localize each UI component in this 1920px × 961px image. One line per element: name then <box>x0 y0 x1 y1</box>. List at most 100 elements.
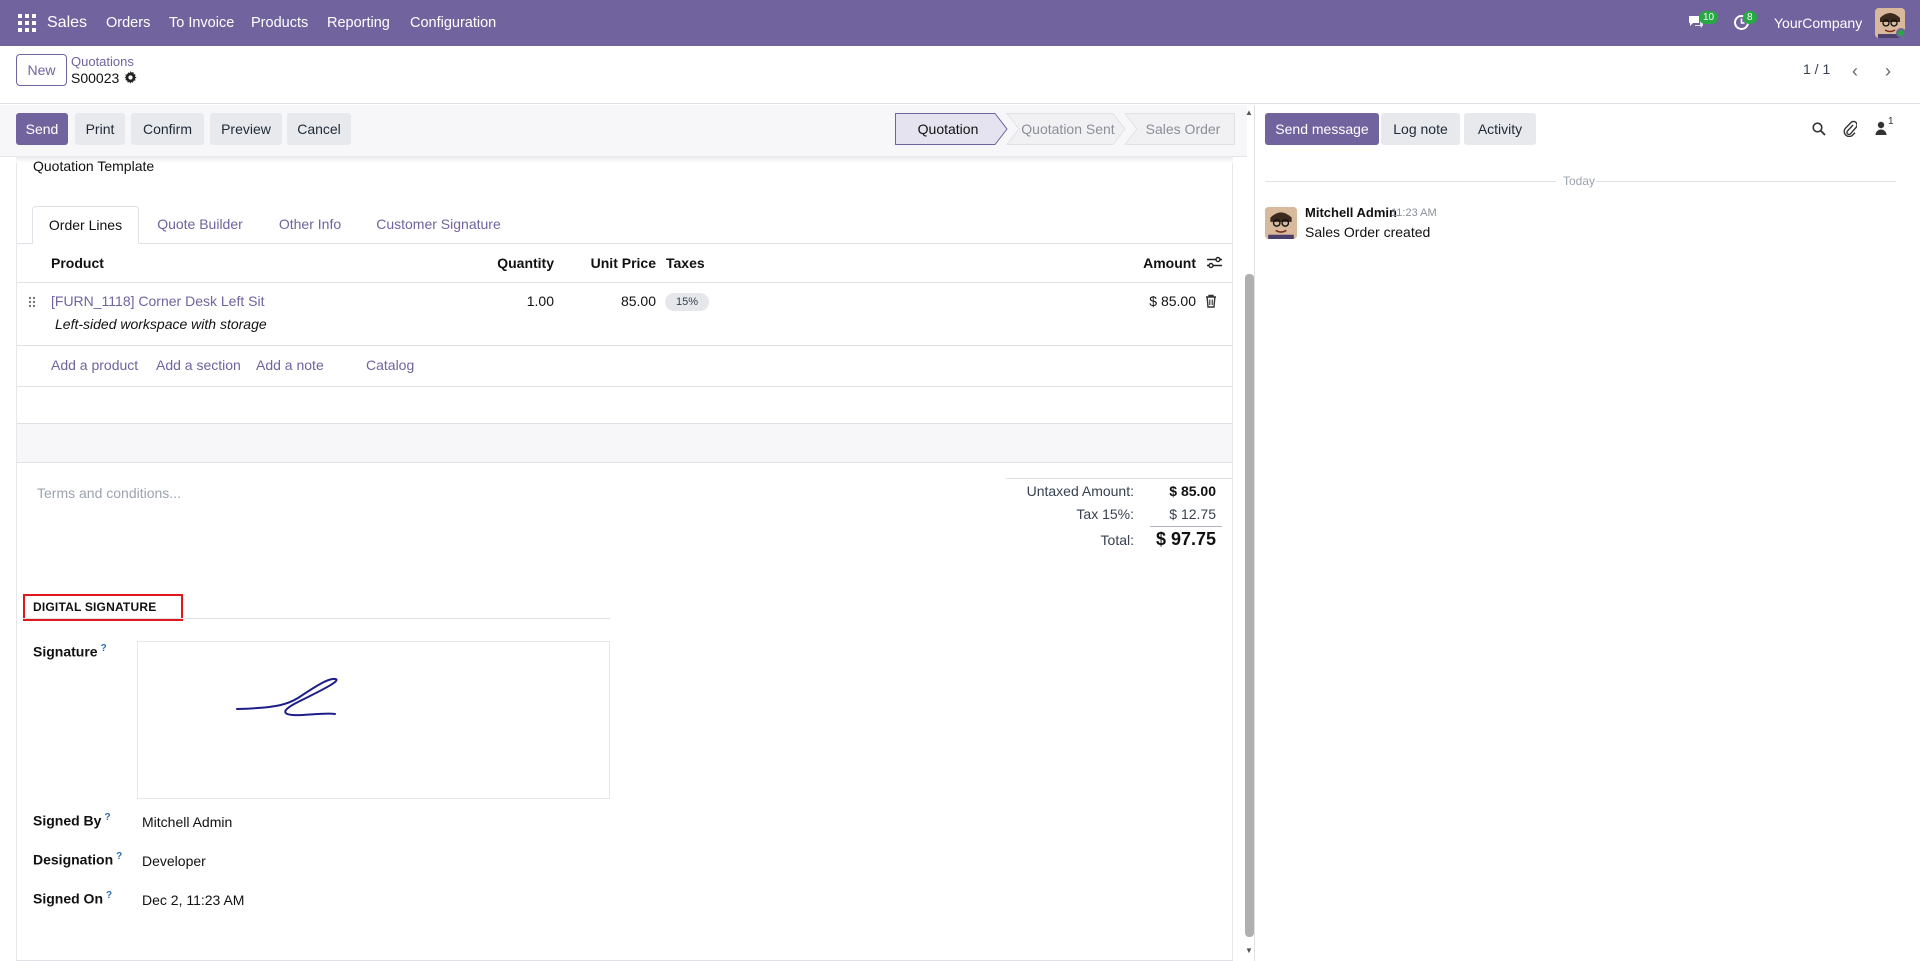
help-icon[interactable]: ? <box>101 643 107 654</box>
menu-to-invoice[interactable]: To Invoice <box>169 0 234 46</box>
signed-by-label-text: Signed By <box>33 812 102 829</box>
followers-count: 1 <box>1888 116 1894 127</box>
control-panel <box>0 46 1920 104</box>
log-note-button[interactable]: Log note <box>1381 113 1460 145</box>
trash-icon[interactable] <box>1205 294 1217 308</box>
totals-top-line <box>1006 478 1232 479</box>
online-status-dot <box>1896 28 1906 38</box>
breadcrumb-quotations[interactable]: Quotations <box>71 54 134 69</box>
signature-pad[interactable] <box>137 641 610 799</box>
confirm-button[interactable]: Confirm <box>131 113 204 145</box>
activities-badge: 8 <box>1743 11 1757 24</box>
column-settings-icon[interactable] <box>1207 256 1222 269</box>
message-avatar[interactable] <box>1265 207 1297 239</box>
menu-reporting[interactable]: Reporting <box>327 0 390 46</box>
help-icon[interactable]: ? <box>116 851 122 862</box>
cancel-button[interactable]: Cancel <box>287 113 351 145</box>
chevron-left-icon[interactable]: ‹ <box>1841 58 1869 84</box>
line-product[interactable]: [FURN_1118] Corner Desk Left Sit <box>51 293 264 309</box>
stage-quotation-sent[interactable]: Quotation Sent <box>1013 113 1123 145</box>
scrollbar-thumb[interactable] <box>1245 274 1254 937</box>
scroll-up-arrow[interactable]: ▲ <box>1245 108 1253 117</box>
signed-on-label: Signed On? <box>33 890 112 907</box>
quotation-template-label: Quotation Template <box>33 158 155 174</box>
column-unit-price[interactable]: Unit Price <box>580 255 656 271</box>
column-product[interactable]: Product <box>51 255 104 271</box>
tax-value: $ 12.75 <box>1169 506 1216 522</box>
search-icon[interactable] <box>1812 122 1826 136</box>
empty-row <box>17 424 1232 462</box>
tab-other-info[interactable]: Other Info <box>268 206 352 244</box>
catalog-button[interactable]: Catalog <box>366 357 414 373</box>
menu-configuration[interactable]: Configuration <box>410 0 496 46</box>
menu-orders[interactable]: Orders <box>106 0 150 46</box>
form-sheet <box>16 157 1233 961</box>
stage-quotation[interactable]: Quotation <box>895 113 1001 145</box>
record-name: S00023 <box>71 70 120 86</box>
total-value: $ 97.75 <box>1155 529 1216 549</box>
date-separator: Today <box>1563 174 1596 188</box>
signed-by-label: Signed By? <box>33 812 111 829</box>
menu-products[interactable]: Products <box>251 0 308 46</box>
signed-on-label-text: Signed On <box>33 890 103 907</box>
row-separator <box>17 345 1232 346</box>
line-tax-badge[interactable]: 15% <box>665 293 709 311</box>
send-button[interactable]: Send <box>16 113 68 145</box>
date-separator-line <box>1265 181 1556 182</box>
add-note-link[interactable]: Add a note <box>256 357 324 373</box>
tab-quote-builder[interactable]: Quote Builder <box>145 206 255 244</box>
tax-label: Tax 15%: <box>1076 506 1134 522</box>
pager-value[interactable]: 1 / 1 <box>1803 61 1830 77</box>
apps-icon[interactable] <box>18 14 36 32</box>
top-navbar: Sales Orders To Invoice Products Reporti… <box>0 0 1920 46</box>
tab-order-lines[interactable]: Order Lines <box>32 206 139 244</box>
signature-label-text: Signature <box>33 643 98 660</box>
message-time: 11:23 AM <box>1391 207 1437 219</box>
help-icon[interactable]: ? <box>106 890 112 901</box>
line-amount: $ 85.00 <box>1149 293 1196 309</box>
signed-on-value[interactable]: Dec 2, 11:23 AM <box>142 892 244 908</box>
column-quantity[interactable]: Quantity <box>470 255 554 271</box>
line-quantity[interactable]: 1.00 <box>500 293 554 309</box>
sheet-shadow <box>16 157 1233 163</box>
total-label: Total: <box>1100 532 1134 548</box>
column-taxes[interactable]: Taxes <box>666 255 705 271</box>
scroll-down-arrow[interactable]: ▼ <box>1245 946 1253 955</box>
messages-badge: 10 <box>1699 11 1719 24</box>
table-bottom-line <box>17 462 1232 463</box>
section-separator <box>23 618 610 619</box>
message-body: Sales Order created <box>1305 224 1431 240</box>
send-message-button[interactable]: Send message <box>1265 113 1379 145</box>
message-author[interactable]: Mitchell Admin <box>1305 205 1397 220</box>
signature-label: Signature? <box>33 643 107 660</box>
gear-icon[interactable] <box>124 71 137 84</box>
new-button[interactable]: New <box>16 54 67 86</box>
preview-button[interactable]: Preview <box>210 113 282 145</box>
print-button[interactable]: Print <box>75 113 125 145</box>
add-section-link[interactable]: Add a section <box>156 357 241 373</box>
line-description[interactable]: Left-sided workspace with storage <box>55 316 267 332</box>
drag-handle-icon[interactable] <box>28 296 36 308</box>
total-separator <box>1150 526 1222 527</box>
column-amount[interactable]: Amount <box>1100 255 1196 271</box>
stage-sales-order[interactable]: Sales Order <box>1131 113 1235 145</box>
add-product-link[interactable]: Add a product <box>51 357 138 373</box>
terms-input[interactable]: Terms and conditions... <box>37 485 181 501</box>
chevron-right-icon[interactable]: › <box>1874 58 1902 84</box>
app-name[interactable]: Sales <box>47 0 87 46</box>
designation-label-text: Designation <box>33 851 114 868</box>
designation-label: Designation? <box>33 851 122 868</box>
activity-button[interactable]: Activity <box>1464 113 1536 145</box>
untaxed-value: $ 85.00 <box>1169 483 1216 499</box>
company-name[interactable]: YourCompany <box>1774 0 1862 46</box>
help-icon[interactable]: ? <box>104 812 110 823</box>
signed-by-value[interactable]: Mitchell Admin <box>142 814 232 830</box>
designation-value[interactable]: Developer <box>142 853 206 869</box>
tab-customer-signature[interactable]: Customer Signature <box>366 206 511 244</box>
untaxed-label: Untaxed Amount: <box>1026 483 1134 499</box>
paperclip-icon[interactable] <box>1843 120 1857 137</box>
followers-icon[interactable] <box>1875 121 1887 135</box>
digital-signature-header: DIGITAL SIGNATURE <box>33 600 157 614</box>
status-pipeline: Quotation Quotation Sent Sales Order <box>895 113 1235 145</box>
line-unit-price[interactable]: 85.00 <box>596 293 656 309</box>
